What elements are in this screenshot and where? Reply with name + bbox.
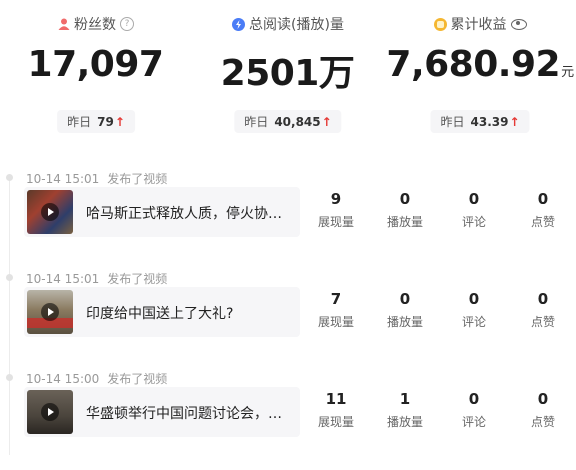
metric-impressions: 9 展现量	[317, 190, 354, 229]
metric-likes: 0 点赞	[530, 390, 555, 429]
list-item: 10-14 15:01 发布了视频 印度给中国送上了大礼? 7 展现量 0 播放量 0…	[0, 270, 576, 370]
metric-plays: 0 播放量	[386, 290, 423, 329]
metric-plays: 0 播放量	[386, 190, 423, 229]
stat-value: 7,680.92元	[386, 44, 574, 85]
metric-impressions: 11 展现量	[317, 390, 354, 429]
list-item: 10-14 15:01 发布了视频 哈马斯正式释放人质，停火协议… 9 展现量 0播…	[0, 170, 576, 270]
video-title[interactable]: 华盛顿举行中国问题讨论会，…	[86, 403, 294, 423]
stat-label-row: 粉丝数 ?	[0, 14, 192, 34]
stat-yesterday: 昨日 43.39↑	[430, 110, 530, 133]
video-card[interactable]: 印度给中国送上了大礼?	[24, 287, 300, 337]
user-icon	[58, 18, 70, 30]
eye-icon[interactable]	[510, 18, 527, 30]
trend-up-icon: ↑	[114, 115, 125, 129]
timeline-dot	[6, 274, 13, 281]
entry-meta: 10-14 15:01 发布了视频	[26, 272, 168, 286]
video-title[interactable]: 印度给中国送上了大礼?	[86, 303, 294, 323]
play-icon[interactable]	[41, 303, 59, 321]
metric-impressions: 7 展现量	[317, 290, 354, 329]
video-card[interactable]: 哈马斯正式释放人质，停火协议…	[24, 187, 300, 237]
metric-likes: 0 点赞	[530, 290, 555, 329]
lightning-icon	[232, 17, 246, 31]
metric-comments: 0 评论	[461, 290, 486, 329]
entry-meta: 10-14 15:00 发布了视频	[26, 372, 168, 386]
metric-comments: 0 评论	[461, 190, 486, 229]
metric-likes: 0 点赞	[530, 190, 555, 229]
stat-value: 17,097	[27, 44, 164, 85]
stat-yesterday: 昨日 40,845↑	[234, 110, 342, 133]
stat-label: 粉丝数	[74, 17, 116, 33]
play-icon[interactable]	[41, 203, 59, 221]
trend-up-icon: ↑	[509, 115, 520, 129]
metric-plays: 1 播放量	[386, 390, 423, 429]
coin-icon	[433, 17, 447, 31]
stat-label: 总阅读(播放)量	[249, 17, 344, 33]
help-icon[interactable]: ?	[120, 17, 134, 31]
video-title[interactable]: 哈马斯正式释放人质，停火协议…	[86, 203, 294, 223]
stat-label-row: 累计收益	[384, 14, 576, 34]
stat-yesterday: 昨日 79↑	[57, 110, 135, 133]
timeline-dot	[6, 174, 13, 181]
trend-up-icon: ↑	[321, 115, 332, 129]
video-card[interactable]: 华盛顿举行中国问题讨论会，…	[24, 387, 300, 437]
list-item: 10-14 15:00 发布了视频 华盛顿举行中国问题讨论会，… 11 展现量 1播…	[0, 370, 576, 470]
entry-meta: 10-14 15:01 发布了视频	[26, 172, 168, 186]
stat-label: 累计收益	[450, 17, 507, 33]
metric-comments: 0 评论	[461, 390, 486, 429]
stat-value: 2501万	[220, 53, 355, 94]
video-thumbnail[interactable]	[27, 190, 73, 234]
video-thumbnail[interactable]	[27, 290, 73, 334]
timeline-dot	[6, 374, 13, 381]
play-icon[interactable]	[41, 403, 59, 421]
stat-label-row: 总阅读(播放)量	[192, 14, 384, 34]
video-thumbnail[interactable]	[27, 390, 73, 434]
